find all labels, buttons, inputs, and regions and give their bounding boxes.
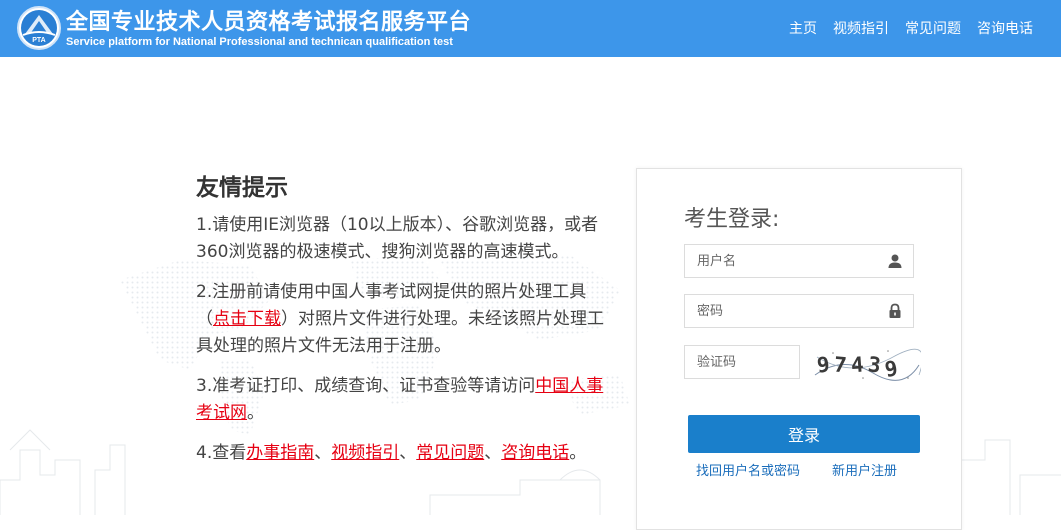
login-title: 考生登录: <box>684 207 780 232</box>
captcha-char: 9 <box>815 352 831 378</box>
account-links: 找回用户名或密码 新用户注册 <box>696 460 916 479</box>
site-subtitle: Service platform for National Profession… <box>66 36 453 48</box>
user-icon <box>888 254 902 268</box>
notice-item-4-text-a: 4.查看 <box>196 443 247 463</box>
notice-item-3-text-a: 3.准考证打印、成绩查询、证书查验等请访问 <box>196 376 536 396</box>
notice-item-2: 2.注册前请使用中国人事考试网提供的照片处理工具（点击下载）对照片文件进行处理。… <box>196 279 616 360</box>
video-guide-link[interactable]: 视频指引 <box>331 443 399 463</box>
logo-text: PTA <box>32 37 45 44</box>
register-link[interactable]: 新用户注册 <box>832 460 897 479</box>
login-panel: 考生登录: 9 7 4 3 9 登录 找回用户名或密码 新 <box>636 168 962 530</box>
login-button[interactable]: 登录 <box>688 415 920 453</box>
lock-icon <box>889 303 901 318</box>
logo-icon: PTA <box>21 10 57 46</box>
pta-logo[interactable]: PTA <box>17 6 61 50</box>
captcha-field <box>684 345 800 379</box>
separator: 、 <box>484 443 502 463</box>
captcha-char: 4 <box>850 352 865 378</box>
password-input[interactable] <box>685 295 887 327</box>
photo-tool-download-link[interactable]: 点击下载 <box>213 309 281 329</box>
captcha-image[interactable]: 9 7 4 3 9 <box>813 345 921 383</box>
header-bar: PTA 全国专业技术人员资格考试报名服务平台 Service platform … <box>0 0 1061 57</box>
guide-link[interactable]: 办事指南 <box>246 443 314 463</box>
separator: 、 <box>314 443 332 463</box>
nav-video-guide[interactable]: 视频指引 <box>833 18 889 38</box>
nav-home[interactable]: 主页 <box>789 18 817 38</box>
separator: 、 <box>399 443 417 463</box>
notice-title: 友情提示 <box>196 175 288 201</box>
username-input[interactable] <box>685 245 887 277</box>
top-nav: 主页 视频指引 常见问题 咨询电话 <box>789 18 1033 38</box>
nav-hotline[interactable]: 咨询电话 <box>977 18 1033 38</box>
notice-item-4-end: 。 <box>569 443 587 463</box>
notice-item-1: 1.请使用IE浏览器（10以上版本）、谷歌浏览器，或者360浏览器的极速模式、搜… <box>196 215 599 262</box>
notice-section: 友情提示 1.请使用IE浏览器（10以上版本）、谷歌浏览器，或者360浏览器的极… <box>196 168 616 480</box>
password-field <box>684 294 914 328</box>
notice-item-4: 4.查看办事指南、视频指引、常见问题、咨询电话。 <box>196 440 616 467</box>
notice-item-3-text-b: 。 <box>247 403 264 423</box>
forgot-account-link[interactable]: 找回用户名或密码 <box>696 464 800 479</box>
hotline-link[interactable]: 咨询电话 <box>501 443 569 463</box>
nav-faq[interactable]: 常见问题 <box>905 18 961 38</box>
faq-link[interactable]: 常见问题 <box>416 443 484 463</box>
username-field <box>684 244 914 278</box>
site-title: 全国专业技术人员资格考试报名服务平台 <box>66 10 472 35</box>
notice-item-3: 3.准考证打印、成绩查询、证书查验等请访问中国人事考试网。 <box>196 373 616 427</box>
captcha-char: 7 <box>832 352 848 378</box>
captcha-input[interactable] <box>685 346 797 378</box>
